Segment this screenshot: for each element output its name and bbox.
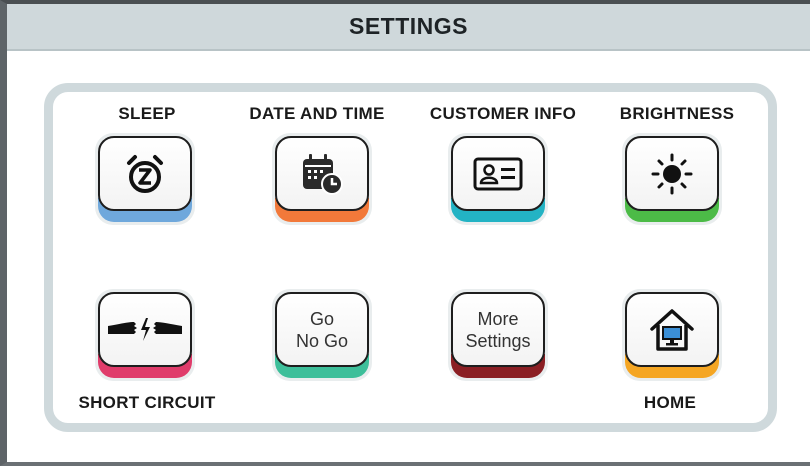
page-title: SETTINGS (348, 13, 468, 39)
sun-icon (651, 153, 693, 194)
brightness-label: BRIGHTNESS (619, 104, 735, 123)
go-no-go-button-face: Go No Go (275, 292, 369, 367)
more-settings-label: More Settings (465, 308, 531, 351)
go-no-go-label: Go No Go (295, 308, 349, 351)
title-bar: SETTINGS (7, 4, 810, 51)
date-and-time-button-face (275, 136, 369, 211)
id-card-icon (473, 157, 523, 190)
sleep-label: SLEEP (118, 104, 176, 123)
customer-info-label: CUSTOMER INFO (429, 104, 577, 123)
brightness-button[interactable] (622, 133, 722, 225)
brightness-button-face (625, 136, 719, 211)
home-button[interactable] (622, 289, 722, 381)
more-settings-button-face: More Settings (451, 292, 545, 367)
broken-cable-icon (108, 317, 182, 341)
home-monitor-icon (650, 308, 694, 351)
short-circuit-button-face (98, 292, 192, 367)
short-circuit-label: SHORT CIRCUIT (78, 393, 216, 412)
home-button-face (625, 292, 719, 367)
home-label: HOME (643, 393, 697, 412)
short-circuit-button[interactable] (95, 289, 195, 381)
sleep-button-face (98, 136, 192, 211)
date-and-time-label: DATE AND TIME (249, 104, 385, 123)
customer-info-button[interactable] (448, 133, 548, 225)
customer-info-button-face (451, 136, 545, 211)
sleep-button[interactable] (95, 133, 195, 225)
go-no-go-button[interactable]: Go No Go (272, 289, 372, 381)
calendar-clock-icon (303, 153, 343, 195)
alarm-clock-icon (127, 154, 163, 193)
date-and-time-button[interactable] (272, 133, 372, 225)
more-settings-button[interactable]: More Settings (448, 289, 548, 381)
